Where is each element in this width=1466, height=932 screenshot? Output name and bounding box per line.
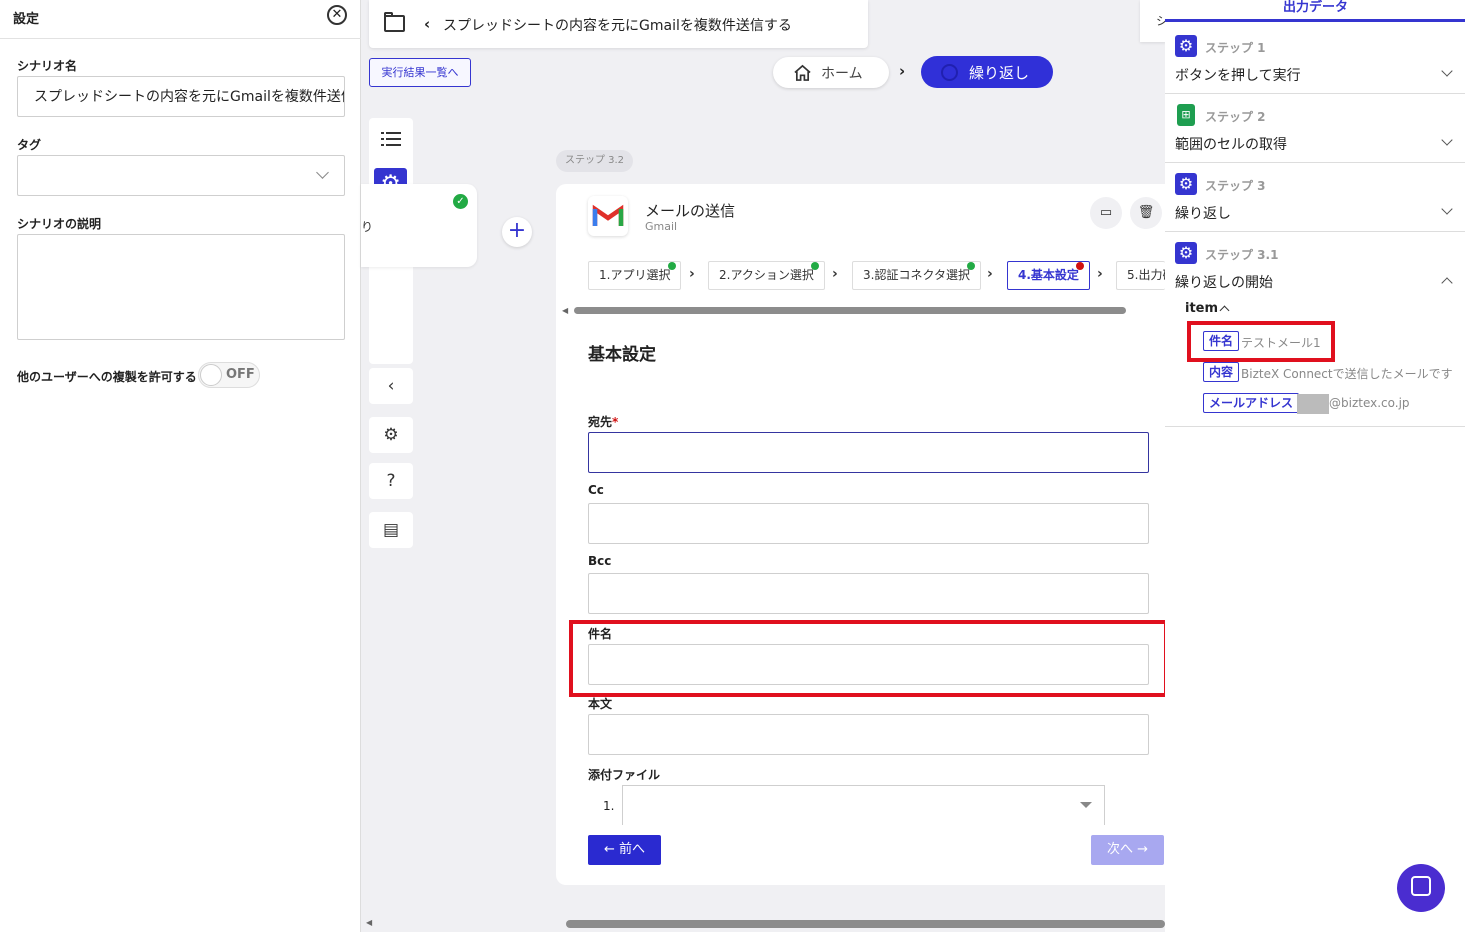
caret-down-icon: [1080, 802, 1092, 808]
body-input[interactable]: [588, 714, 1149, 755]
output-key-email[interactable]: メールアドレス: [1203, 393, 1300, 413]
output-step-name[interactable]: 繰り返しの開始: [1175, 272, 1273, 292]
collapse-button[interactable]: ‹: [369, 368, 413, 404]
settings-title: 設定: [13, 12, 40, 27]
tab-scrollbar[interactable]: [574, 307, 1126, 314]
sheets-icon: ⊞: [1177, 104, 1195, 126]
divider: [1165, 93, 1465, 94]
gear-icon: ⚙: [1175, 242, 1197, 264]
action-title: メールの送信: [645, 202, 736, 220]
flow-card-text: り: [361, 220, 374, 234]
done-icon: [668, 262, 676, 270]
add-step-button[interactable]: +: [502, 217, 532, 247]
redaction-mask: [1297, 394, 1329, 414]
chevron-right-icon: ›: [689, 266, 695, 282]
error-icon: [1076, 262, 1084, 270]
loop-icon: [941, 64, 958, 81]
scroll-left-arrow[interactable]: ◀: [366, 918, 372, 927]
output-step-number: ステップ 2: [1205, 110, 1266, 124]
tag-label: タグ: [17, 138, 42, 152]
done-icon: [967, 262, 975, 270]
toggle-knob: [200, 364, 222, 386]
scroll-left-arrow[interactable]: ◀: [562, 306, 568, 315]
output-step-number: ステップ 3: [1205, 179, 1266, 193]
item-label[interactable]: item: [1185, 301, 1218, 316]
chevron-right-icon: ›: [987, 266, 993, 282]
help-icon[interactable]: ?: [369, 463, 413, 499]
scenario-name-label: シナリオ名: [17, 59, 78, 73]
check-icon: ✓: [453, 194, 468, 209]
description-textarea[interactable]: [17, 234, 345, 340]
output-value: BizteX Connectで送信したメールです: [1241, 367, 1453, 381]
description-label: シナリオの説明: [17, 217, 102, 231]
chevron-right-icon: ›: [1097, 266, 1103, 282]
output-title: 出力データ: [1282, 0, 1348, 15]
output-value: @biztex.co.jp: [1329, 396, 1410, 410]
divider: [1165, 162, 1465, 163]
scenario-title: スプレッドシートの内容を元にGmailを複数件送信する: [443, 18, 792, 34]
home-icon: [794, 64, 811, 81]
output-step-name[interactable]: 繰り返し: [1175, 203, 1231, 223]
subject-highlight: [569, 620, 1168, 697]
scenario-name-input[interactable]: スプレッドシートの内容を元にGmailを複数件送信する: [17, 76, 345, 117]
to-input[interactable]: [588, 432, 1149, 473]
cc-input[interactable]: [588, 503, 1149, 544]
results-list-button[interactable]: 実行結果一覧へ: [369, 58, 471, 87]
output-key-content[interactable]: 内容: [1203, 362, 1240, 382]
output-step-name[interactable]: 範囲のセルの取得: [1175, 134, 1287, 154]
bcc-label: Bcc: [588, 554, 612, 568]
output-step-name[interactable]: ボタンを押して実行: [1175, 65, 1301, 85]
gmail-logo-icon: [588, 196, 628, 236]
chevron-left-icon[interactable]: ‹: [424, 15, 430, 33]
chevron-right-icon: ›: [899, 62, 906, 80]
gear-icon: ⚙: [1175, 35, 1197, 57]
output-tab-underline: [1165, 19, 1465, 22]
home-label: ホーム: [821, 66, 863, 82]
edge-stub: シ: [1140, 0, 1166, 42]
done-icon: [811, 262, 819, 270]
bcc-input[interactable]: [588, 573, 1149, 614]
attachment-label: 添付ファイル: [588, 768, 661, 782]
tab-action-select[interactable]: 2.アクション選択: [708, 261, 825, 290]
divider: [1165, 231, 1465, 232]
close-icon[interactable]: ✕: [327, 5, 347, 25]
tab-connector-select[interactable]: 3.認証コネクタ選択: [852, 261, 981, 290]
settings-header: [0, 0, 361, 39]
attachment-index: 1.: [603, 799, 615, 813]
comment-icon[interactable]: ▭: [1090, 197, 1122, 229]
gear-icon: ⚙: [1175, 173, 1197, 195]
step-badge: ステップ 3.2: [556, 150, 633, 172]
folder-icon[interactable]: [384, 15, 405, 32]
settings-icon[interactable]: ⚙: [369, 417, 413, 453]
app-name: Gmail: [645, 220, 678, 233]
log-icon[interactable]: ▤: [369, 512, 413, 548]
to-label: 宛先*: [588, 415, 619, 429]
subject-key-highlight: [1187, 321, 1335, 362]
chat-icon: [1411, 876, 1431, 896]
section-title: 基本設定: [588, 345, 656, 365]
loop-label: 繰り返し: [969, 64, 1030, 82]
canvas-scrollbar[interactable]: [566, 920, 1165, 928]
divider: [1165, 426, 1465, 427]
output-step-number: ステップ 3.1: [1205, 248, 1279, 262]
attachment-select[interactable]: [622, 785, 1105, 825]
list-icon[interactable]: [381, 131, 401, 147]
tab-output-check[interactable]: 5.出力確認: [1116, 261, 1165, 290]
trash-icon[interactable]: 🗑: [1130, 197, 1162, 229]
tag-select[interactable]: [17, 155, 345, 196]
next-button[interactable]: 次へ →: [1091, 835, 1164, 865]
cc-label: Cc: [588, 483, 604, 497]
prev-button[interactable]: ← 前へ: [588, 835, 661, 865]
body-label: 本文: [588, 697, 613, 711]
chevron-right-icon: ›: [832, 266, 838, 282]
settings-panel: [0, 0, 361, 932]
toggle-state: OFF: [226, 367, 255, 382]
allow-copy-label: 他のユーザーへの複製を許可する: [17, 370, 197, 384]
output-step-number: ステップ 1: [1205, 41, 1266, 55]
